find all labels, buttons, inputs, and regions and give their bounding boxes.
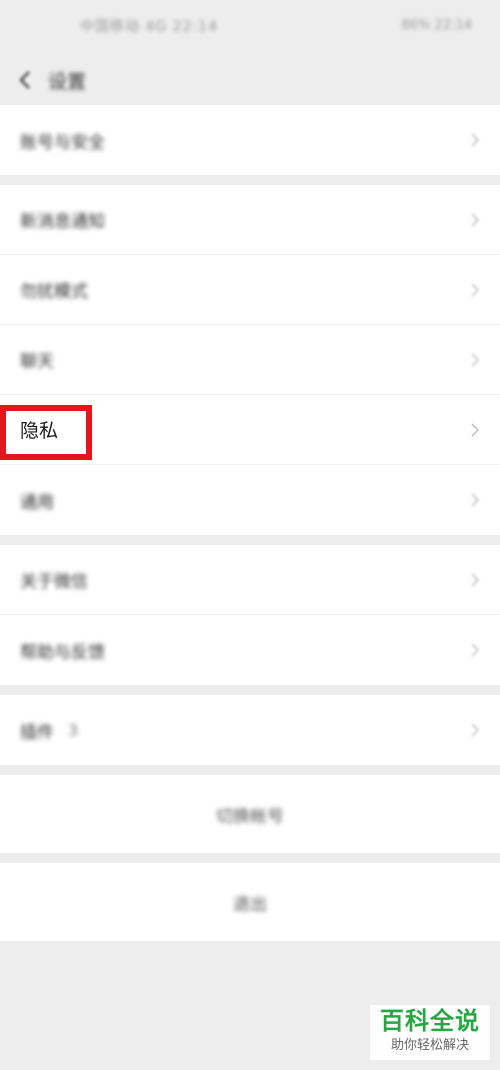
status-bar: 中国移动 4G 22:14 86% 22:14 — [0, 0, 500, 55]
row-plugins[interactable]: 插件 3 — [0, 695, 500, 765]
settings-group-main: 新消息通知 勿扰模式 聊天 隐私 通用 — [0, 185, 500, 535]
settings-group-about: 关于微信 帮助与反馈 — [0, 545, 500, 685]
status-carrier: 中国移动 4G 22:14 — [80, 19, 219, 35]
switch-account-button[interactable]: 切换帐号 — [0, 775, 500, 853]
chevron-right-icon — [471, 282, 480, 297]
watermark-sub: 助你轻松解决 — [390, 1038, 469, 1053]
watermark-main: 百科全说 — [380, 1007, 480, 1035]
nav-bar: 设置 — [0, 55, 500, 105]
row-value: 3 — [68, 720, 79, 740]
settings-group-account: 账号与安全 — [0, 105, 500, 175]
row-label: 账号与安全 — [20, 132, 105, 153]
settings-group-plugins: 插件 3 — [0, 695, 500, 765]
row-label: 插件 — [20, 722, 54, 743]
row-label: 勿扰模式 — [20, 282, 88, 302]
row-chat[interactable]: 聊天 — [0, 325, 500, 395]
row-label-privacy: 隐私 — [20, 420, 59, 442]
page-title: 设置 — [48, 71, 87, 93]
logout-label: 退出 — [233, 894, 267, 915]
row-about[interactable]: 关于微信 — [0, 545, 500, 615]
row-label: 聊天 — [20, 352, 54, 372]
chevron-right-icon — [471, 133, 480, 147]
status-battery: 86% 22:14 — [401, 18, 473, 33]
row-label: 关于微信 — [20, 572, 88, 592]
row-help-feedback[interactable]: 帮助与反馈 — [0, 615, 500, 685]
watermark-logo: 百科全说 助你轻松解决 — [370, 1005, 490, 1060]
row-general[interactable]: 通用 — [0, 465, 500, 535]
switch-account-label: 切换帐号 — [216, 806, 284, 827]
row-account-security[interactable]: 账号与安全 — [0, 105, 500, 175]
chevron-right-icon — [471, 643, 480, 657]
logout-button[interactable]: 退出 — [0, 863, 500, 941]
chevron-right-icon — [471, 212, 480, 227]
chevron-right-icon — [471, 352, 480, 367]
chevron-right-icon — [471, 493, 480, 507]
chevron-right-icon — [471, 572, 480, 587]
row-do-not-disturb[interactable]: 勿扰模式 — [0, 255, 500, 325]
row-label: 通用 — [20, 492, 54, 513]
chevron-right-icon — [471, 422, 480, 437]
row-new-message-notify[interactable]: 新消息通知 — [0, 185, 500, 255]
row-privacy[interactable]: 隐私 — [0, 395, 500, 465]
chevron-right-icon — [471, 723, 480, 737]
logout-group: 退出 — [0, 863, 500, 941]
row-label: 帮助与反馈 — [20, 642, 105, 663]
switch-account-group: 切换帐号 — [0, 775, 500, 853]
chevron-left-icon[interactable] — [14, 68, 38, 92]
row-label: 新消息通知 — [20, 212, 105, 232]
